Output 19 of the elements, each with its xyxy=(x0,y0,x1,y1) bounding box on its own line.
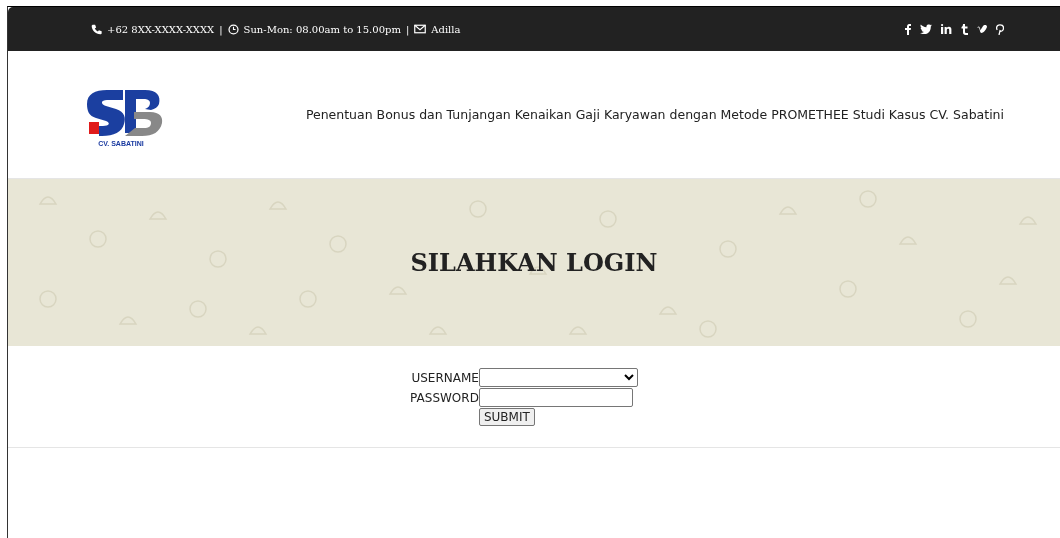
username-dropdown[interactable] xyxy=(478,368,638,387)
site-tagline: Penentuan Bonus dan Tunjangan Kenaikan Gaji Karyawan dengan Metode PROMETHEE Studi Kasus CV. Sabatini xyxy=(305,107,1004,122)
separator: | xyxy=(405,23,410,35)
linkedin-icon[interactable] xyxy=(941,24,952,34)
field-label: USERNAME xyxy=(410,370,479,385)
page-heading: SILAHKAN LOGIN xyxy=(410,248,658,277)
opening-hours: Sun-Mon: 08.00am to 15.00pm xyxy=(243,23,401,35)
password-field[interactable] xyxy=(478,388,633,407)
envelope-icon xyxy=(414,24,427,34)
email-text: Adilla xyxy=(431,23,461,35)
tumblr-icon[interactable] xyxy=(961,23,968,35)
facebook-icon[interactable] xyxy=(905,23,911,35)
submit-button[interactable]: SUBMIT xyxy=(478,408,535,426)
twitter-icon[interactable] xyxy=(920,24,932,34)
phone-number: +62 8XX-XXXX-XXXX xyxy=(107,23,215,35)
field-label: PASSWORD xyxy=(410,390,479,405)
separator: | xyxy=(219,23,223,35)
clock-icon xyxy=(227,23,239,35)
phone-icon xyxy=(91,23,102,35)
